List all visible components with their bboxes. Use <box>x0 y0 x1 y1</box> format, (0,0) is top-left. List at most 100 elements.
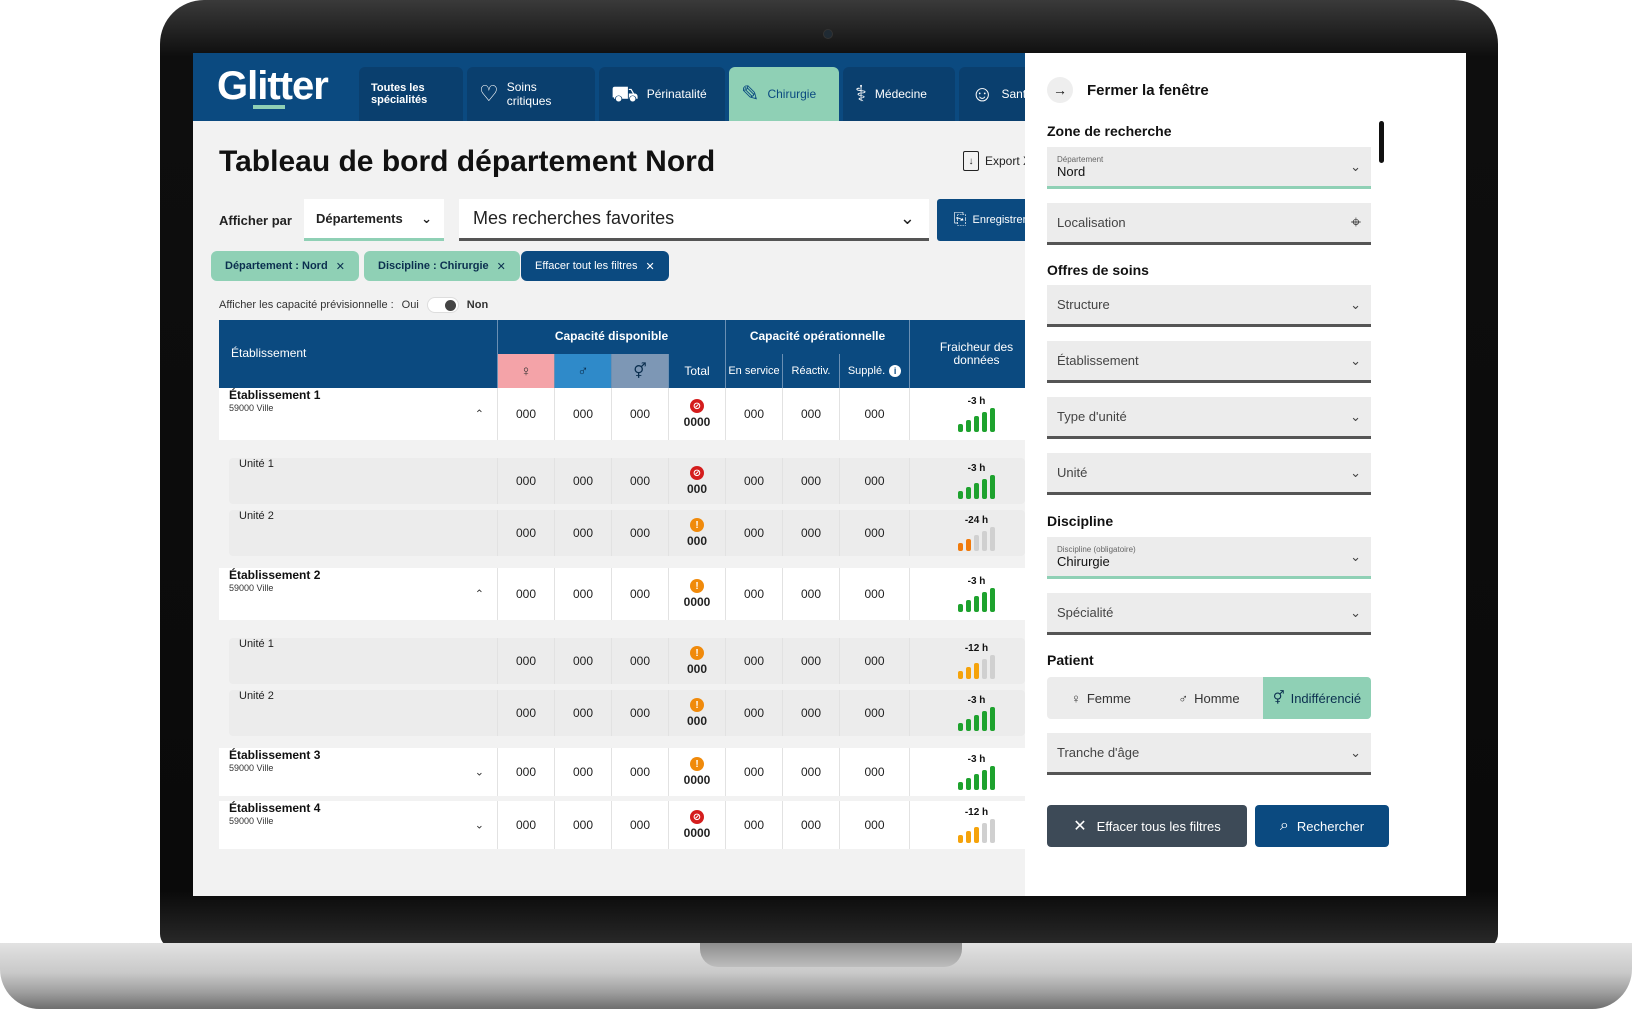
tab-label: Sant <box>1001 87 1027 101</box>
signal-bar <box>990 475 995 499</box>
tab-soins-critiques[interactable]: ♡ Soins critiques <box>467 67 595 121</box>
value-cell: 000 <box>554 388 611 440</box>
value-cell: 000 <box>839 568 909 620</box>
stroller-icon: ⛟ <box>611 81 639 106</box>
tab-medecine[interactable]: ⚕ Médecine <box>843 67 955 121</box>
type-unite-select[interactable]: Type d'unité ⌄ <box>1047 397 1371 439</box>
freshness-label: -12 h <box>964 807 989 818</box>
chevron-down-icon: ⌄ <box>1350 744 1361 760</box>
tranche-age-select[interactable]: Tranche d'âge ⌄ <box>1047 733 1371 775</box>
signal-bars-icon <box>958 707 995 731</box>
etablissement-select[interactable]: Établissement ⌄ <box>1047 341 1371 383</box>
total-cell: ⊘ 000 <box>668 458 725 504</box>
favorites-select[interactable]: Mes recherches favorites ⌄ <box>459 199 929 241</box>
status-critical-icon: ⊘ <box>690 810 704 824</box>
screen: Glitter Toutes les spécialités ♡ Soins c… <box>193 53 1466 896</box>
localisation-input[interactable]: Localisation ⌖ <box>1047 203 1371 245</box>
search-label: Rechercher <box>1296 818 1365 834</box>
value-cell: 000 <box>497 568 554 620</box>
row-name: Établissement 3 <box>229 748 321 762</box>
app-logo[interactable]: Glitter <box>217 64 329 109</box>
filter-chip-discipline[interactable]: Discipline : Chirurgie ✕ <box>364 251 520 281</box>
laptop-notch <box>700 943 962 967</box>
chip-label: Département : Nord <box>225 260 328 272</box>
search-button[interactable]: ⌕ Rechercher <box>1255 805 1389 847</box>
chevron-down-icon[interactable]: ⌄ <box>475 819 484 832</box>
specialite-select[interactable]: Spécialité ⌄ <box>1047 593 1371 635</box>
unit-row[interactable]: Unité 1 000 000 000 ⊘ 000 000 000 000 -3 h <box>229 458 1025 504</box>
chevron-down-icon[interactable]: ⌄ <box>475 766 484 779</box>
chevron-up-icon[interactable]: ⌃ <box>475 408 484 421</box>
table-row[interactable]: Établissement 1 59000 Ville ⌃ 000 000 000 ⊘ 000… <box>219 388 1043 440</box>
patient-option-femme[interactable]: ♀ Femme <box>1047 677 1155 719</box>
clear-filters-button[interactable]: ✕ Effacer tous les filtres <box>1047 805 1247 847</box>
value-cell: 000 <box>497 748 554 796</box>
tab-toutes-specialites[interactable]: Toutes les spécialités <box>359 67 463 121</box>
panel-scrollbar[interactable] <box>1379 121 1384 163</box>
signal-bars-icon <box>958 527 995 551</box>
signal-bar <box>982 479 987 499</box>
close-icon[interactable]: ✕ <box>646 260 655 273</box>
status-warning-icon: ! <box>690 646 704 660</box>
th-total: Total <box>668 354 725 388</box>
patient-option-homme[interactable]: ♂ Homme <box>1155 677 1263 719</box>
value-cell: 000 <box>782 638 839 684</box>
close-icon[interactable]: ✕ <box>497 260 506 273</box>
signal-bar <box>958 671 963 679</box>
tab-perinatalite[interactable]: ⛟ Périnatalité <box>599 67 725 121</box>
unit-row[interactable]: Unité 1 000 000 000! 000 000 000 000 -12 h <box>229 638 1025 684</box>
clear-all-filters-chip[interactable]: Effacer tout les filtres ✕ <box>521 251 669 281</box>
value-cell: 000 <box>611 568 668 620</box>
th-female: ♀ <box>497 354 554 388</box>
filter-chip-departement[interactable]: Département : Nord ✕ <box>211 251 359 281</box>
departement-mini-label: Département <box>1057 154 1104 164</box>
chevron-up-icon[interactable]: ⌃ <box>475 588 484 601</box>
unit-row[interactable]: Unité 2 000 000 000! 000 000 000 000 -3 h <box>229 690 1025 736</box>
table-row[interactable]: Établissement 3 59000 Ville ⌄ 000 000 000! 000… <box>219 748 1043 796</box>
status-critical-icon: ⊘ <box>690 466 704 480</box>
close-icon[interactable]: ✕ <box>336 260 345 273</box>
total-cell: ! 0000 <box>668 568 725 620</box>
row-name: Unité 1 <box>239 458 274 470</box>
value-cell: 000 <box>782 801 839 849</box>
value-cell: 000 <box>725 801 782 849</box>
previsionnelle-toggle[interactable] <box>426 297 459 313</box>
locate-icon[interactable]: ⌖ <box>1351 212 1361 233</box>
close-panel-button[interactable]: → Fermer la fenêtre <box>1047 77 1209 103</box>
tab-label: Soins critiques <box>506 80 552 108</box>
structure-select[interactable]: Structure ⌄ <box>1047 285 1371 327</box>
signal-bar <box>974 827 979 843</box>
table-row[interactable]: Établissement 2 59000 Ville ⌃ 000 000 000! 000… <box>219 568 1043 620</box>
option-label: Femme <box>1086 690 1131 706</box>
specialite-label: Spécialité <box>1057 605 1114 620</box>
value-cell: 000 <box>497 388 554 440</box>
type-unite-label: Type d'unité <box>1057 409 1127 424</box>
freshness-cell: -3 h <box>909 458 1043 504</box>
chevron-down-icon: ⌄ <box>1350 464 1361 480</box>
afficher-par-select[interactable]: Départements ⌄ <box>304 199 444 241</box>
signal-bar <box>990 588 995 612</box>
establishment-name-cell: Établissement 4 59000 Ville ⌄ <box>219 801 494 849</box>
discipline-select[interactable]: Discipline (obligatoire) Chirurgie ⌄ <box>1047 537 1371 579</box>
discipline-mini-label: Discipline (obligatoire) <box>1057 544 1136 554</box>
departement-select[interactable]: Département Nord ⌄ <box>1047 147 1371 189</box>
row-name: Unité 2 <box>239 510 274 522</box>
signal-bar <box>990 408 995 432</box>
patient-option-indifferencie[interactable]: ⚥ Indifférencié <box>1263 677 1371 719</box>
signal-bar <box>982 823 987 843</box>
total-value: 0000 <box>683 595 711 609</box>
stethoscope-icon: ⚕ <box>855 81 867 106</box>
value-cell: 000 <box>611 510 668 556</box>
th-supple: Supplé. i <box>839 354 909 388</box>
departement-value: Nord <box>1057 163 1086 179</box>
unite-select[interactable]: Unité ⌄ <box>1047 453 1371 495</box>
download-icon: ↓ <box>963 151 979 171</box>
unit-row[interactable]: Unité 2 000 000 000! 000 000 000 000 -24 h <box>229 510 1025 556</box>
info-icon[interactable]: i <box>889 365 902 377</box>
freshness-cell: -24 h <box>909 510 1043 556</box>
signal-bar <box>974 483 979 499</box>
table-row[interactable]: Établissement 4 59000 Ville ⌄ 000 000 000 ⊘ 000… <box>219 801 1043 849</box>
freshness-cell: -12 h <box>909 638 1043 684</box>
tab-chirurgie[interactable]: ✎ Chirurgie <box>729 67 839 121</box>
signal-bars-icon <box>958 475 995 499</box>
